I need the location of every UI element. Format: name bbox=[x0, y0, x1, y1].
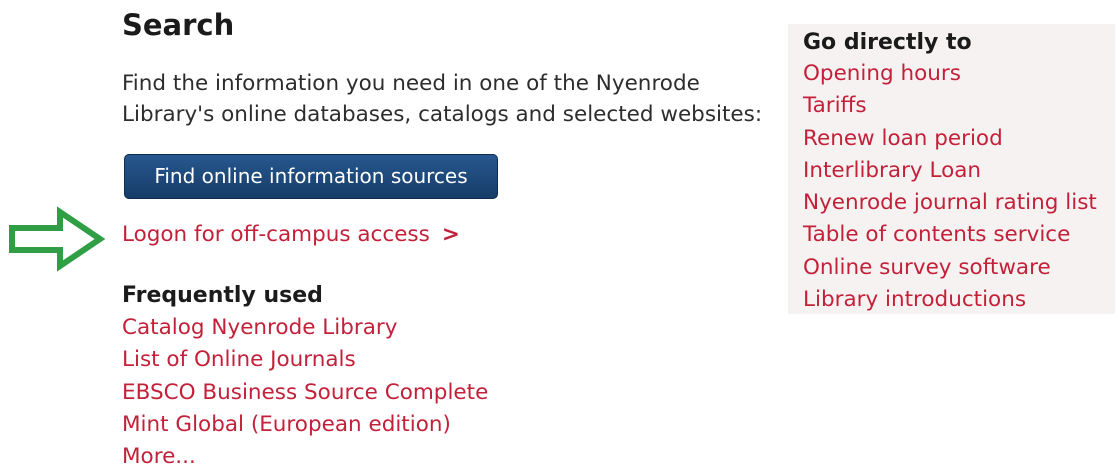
go-directly-link-toc-service[interactable]: Table of contents service bbox=[803, 219, 1097, 251]
frequently-used-link-more[interactable]: More... bbox=[122, 441, 488, 473]
arrow-right-outline-icon bbox=[9, 206, 106, 272]
frequently-used-heading: Frequently used bbox=[122, 283, 323, 308]
intro-line-2: Library's online databases, catalogs and… bbox=[122, 102, 763, 127]
frequently-used-link-mint-global[interactable]: Mint Global (European edition) bbox=[122, 409, 488, 441]
go-directly-link-survey-software[interactable]: Online survey software bbox=[803, 252, 1097, 284]
off-campus-logon-label: Logon for off-campus access bbox=[122, 222, 430, 247]
frequently-used-link-ebsco[interactable]: EBSCO Business Source Complete bbox=[122, 377, 488, 409]
go-directly-link-journal-rating[interactable]: Nyenrode journal rating list bbox=[803, 187, 1097, 219]
go-directly-heading: Go directly to bbox=[803, 30, 972, 55]
off-campus-logon-link[interactable]: Logon for off-campus access > bbox=[122, 222, 460, 247]
search-intro: Find the information you need in one of … bbox=[122, 68, 772, 130]
go-directly-link-library-introductions[interactable]: Library introductions bbox=[803, 284, 1097, 316]
go-directly-list: Opening hours Tariffs Renew loan period … bbox=[803, 58, 1097, 316]
frequently-used-link-online-journals[interactable]: List of Online Journals bbox=[122, 344, 488, 376]
frequently-used-list: Catalog Nyenrode Library List of Online … bbox=[122, 312, 488, 473]
frequently-used-link-catalog[interactable]: Catalog Nyenrode Library bbox=[122, 312, 488, 344]
intro-line-1: Find the information you need in one of … bbox=[122, 71, 700, 96]
page-title: Search bbox=[122, 8, 235, 42]
go-directly-link-interlibrary-loan[interactable]: Interlibrary Loan bbox=[803, 155, 1097, 187]
go-directly-sidebar: Go directly to Opening hours Tariffs Ren… bbox=[788, 24, 1115, 314]
go-directly-link-tariffs[interactable]: Tariffs bbox=[803, 90, 1097, 122]
go-directly-link-opening-hours[interactable]: Opening hours bbox=[803, 58, 1097, 90]
chevron-right-icon: > bbox=[441, 222, 460, 247]
find-online-sources-button[interactable]: Find online information sources bbox=[124, 154, 498, 199]
go-directly-link-renew-loan[interactable]: Renew loan period bbox=[803, 123, 1097, 155]
